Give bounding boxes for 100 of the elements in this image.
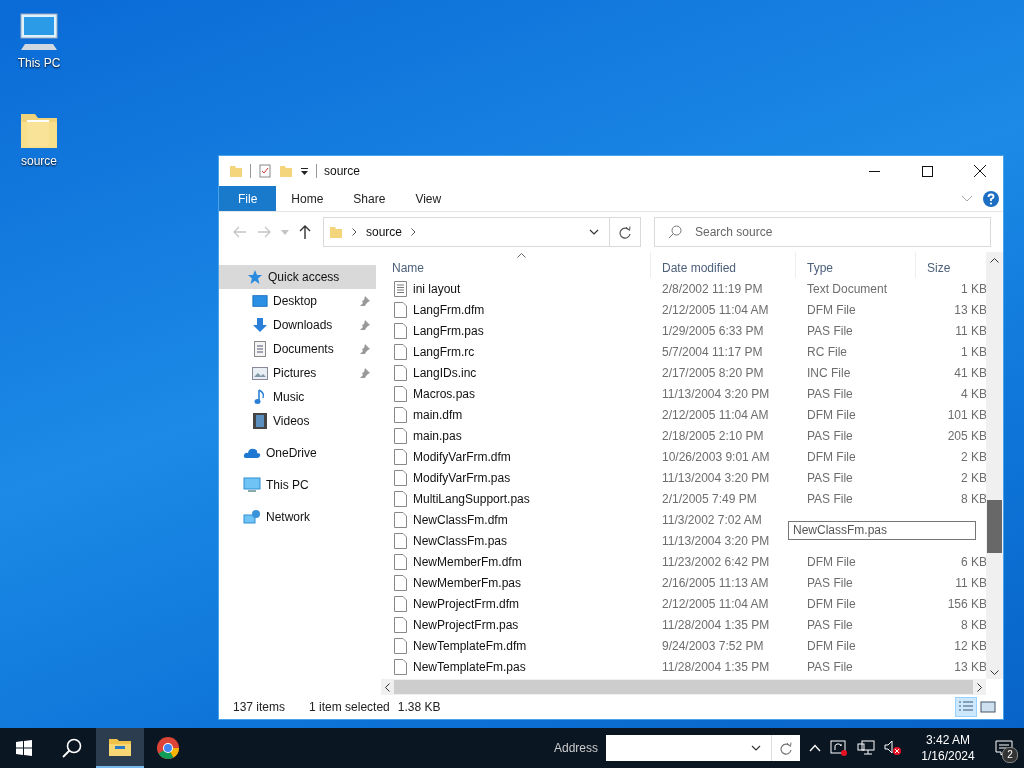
show-hidden-icons-icon[interactable] xyxy=(809,744,821,752)
text-file-icon xyxy=(394,280,407,297)
dropdown-icon[interactable] xyxy=(751,745,761,751)
table-cell-text: 6 KB xyxy=(960,554,988,569)
sidebar-item[interactable]: Quick access xyxy=(219,265,376,289)
ribbon-tab[interactable]: File xyxy=(219,186,277,211)
table-cell-text: 11/28/2004 1:35 PM xyxy=(661,659,771,674)
sidebar-item[interactable]: Music xyxy=(219,385,376,409)
music-note-icon xyxy=(254,389,266,405)
file-name[interactable]: main.pas xyxy=(413,428,462,443)
file-name[interactable]: ModifyVarFrm.dfm xyxy=(413,449,511,464)
file-name[interactable]: NewTemplateFm.pas xyxy=(413,659,526,674)
column-header[interactable]: Type xyxy=(796,252,916,278)
table-cell-text: 2/8/2002 11:19 PM xyxy=(661,281,764,296)
volume-muted-icon[interactable] xyxy=(884,740,902,756)
file-name[interactable]: NewClassFm.pas xyxy=(413,533,508,548)
sidebar-item[interactable]: Documents xyxy=(219,337,376,361)
scroll-left-icon[interactable] xyxy=(385,682,390,692)
address-field[interactable] xyxy=(606,735,771,761)
scroll-up-icon[interactable] xyxy=(990,258,999,263)
help-icon[interactable] xyxy=(983,190,999,207)
refresh-button[interactable] xyxy=(771,735,800,761)
sidebar-item[interactable]: This PC xyxy=(219,473,376,497)
scroll-right-icon[interactable] xyxy=(977,682,982,692)
window-title: source xyxy=(324,164,361,178)
table-cell-text: 10/26/2003 9:01 AM xyxy=(661,449,771,464)
table-cell-text: DFM File xyxy=(806,596,857,611)
table-cell-text: 156 KB xyxy=(946,596,988,611)
sidebar-item[interactable]: Downloads xyxy=(219,313,376,337)
file-name[interactable]: NewProjectFrm.pas xyxy=(413,617,519,632)
ribbon-tab[interactable]: Share xyxy=(338,186,401,211)
sidebar-label: OneDrive xyxy=(266,446,317,460)
scroll-down-icon[interactable] xyxy=(990,670,999,675)
sidebar-item[interactable]: Network xyxy=(219,505,376,529)
search-field[interactable]: Search source xyxy=(654,217,991,247)
file-name[interactable]: NewTemplateFm.dfm xyxy=(413,638,527,653)
table-cell-text: 2/12/2005 11:04 AM xyxy=(661,596,770,611)
file-icon xyxy=(394,448,407,465)
table-cell-text: 41 KB xyxy=(953,365,988,380)
table-cell-text: 2 KB xyxy=(960,470,988,485)
ribbon-tab[interactable]: View xyxy=(400,186,457,211)
column-header[interactable]: Name xyxy=(381,252,651,278)
document-icon xyxy=(254,341,266,357)
table-cell-text: DFM File xyxy=(806,638,857,653)
clock-time[interactable]: 3:42 AM xyxy=(926,732,970,748)
file-name[interactable]: LangIDs.inc xyxy=(413,365,477,380)
table-cell-text: 8 KB xyxy=(960,491,988,506)
sidebar-item[interactable]: OneDrive xyxy=(219,441,376,465)
breadcrumb[interactable]: source xyxy=(366,225,403,239)
desktop-icon-label[interactable]: This PC xyxy=(17,56,61,70)
table-cell-text: 11/13/2004 3:20 PM xyxy=(661,533,771,548)
file-icon xyxy=(394,637,407,654)
file-name[interactable]: NewMemberFm.dfm xyxy=(413,554,522,569)
sidebar-item[interactable]: Videos xyxy=(219,409,376,433)
network-icon[interactable] xyxy=(857,740,875,756)
file-icon xyxy=(394,364,407,381)
sidebar-item[interactable]: Pictures xyxy=(219,361,376,385)
address-toolbar-label: Address xyxy=(553,741,598,755)
file-name[interactable]: main.dfm xyxy=(413,407,463,422)
dropdown-icon[interactable] xyxy=(300,166,309,176)
table-cell-text: PAS File xyxy=(806,386,854,401)
column-header[interactable]: Date modified xyxy=(651,252,796,278)
file-name[interactable]: NewProjectFrm.dfm xyxy=(413,596,519,611)
horizontal-scrollbar[interactable] xyxy=(381,679,986,695)
table-cell-text: PAS File xyxy=(806,470,854,485)
file-name[interactable]: Macros.pas xyxy=(413,386,476,401)
vertical-scrollbar[interactable] xyxy=(986,252,1003,679)
table-cell-text: 5/7/2004 11:17 PM xyxy=(661,344,764,359)
file-icon xyxy=(394,616,407,633)
ribbon-tab[interactable]: Home xyxy=(276,186,339,211)
chevron-icon[interactable] xyxy=(411,228,417,236)
sidebar-item[interactable]: Desktop xyxy=(219,289,376,313)
file-name[interactable]: LangFrm.dfm xyxy=(413,302,485,317)
file-name[interactable]: LangFrm.pas xyxy=(413,323,484,338)
desktop-icon-label[interactable]: source xyxy=(21,154,57,168)
file-name[interactable]: MultiLangSupport.pas xyxy=(413,491,530,506)
table-cell-text: 13 KB xyxy=(953,302,988,317)
file-name[interactable]: NewClassFm.dfm xyxy=(413,512,508,527)
file-name[interactable]: NewMemberFm.pas xyxy=(413,575,522,590)
file-name[interactable]: ModifyVarFrm.pas xyxy=(413,470,511,485)
table-cell-text: 1 KB xyxy=(960,281,988,296)
maximize-icon xyxy=(921,165,933,177)
table-cell-text: PAS File xyxy=(806,428,854,443)
file-name[interactable]: LangFrm.rc xyxy=(413,344,475,359)
clock-date[interactable]: 1/16/2024 xyxy=(921,748,975,764)
scrollbar-thumb[interactable] xyxy=(987,500,1002,553)
file-explorer-taskbar-button[interactable] xyxy=(96,728,144,768)
address-bar[interactable]: source xyxy=(323,217,610,247)
up-icon[interactable] xyxy=(299,225,311,239)
properties-icon[interactable] xyxy=(258,164,272,178)
sync-icon[interactable] xyxy=(830,740,848,756)
file-icon xyxy=(394,574,407,591)
notifications-icon[interactable] xyxy=(995,740,1013,756)
table-cell-text: PAS File xyxy=(806,491,854,506)
file-name[interactable]: ini layout xyxy=(413,281,461,296)
desktop-icon xyxy=(252,294,268,308)
refresh-button[interactable] xyxy=(610,217,641,247)
file-icon xyxy=(394,469,407,486)
large-icons-view-icon xyxy=(980,700,996,714)
dropdown-icon[interactable] xyxy=(589,229,599,235)
